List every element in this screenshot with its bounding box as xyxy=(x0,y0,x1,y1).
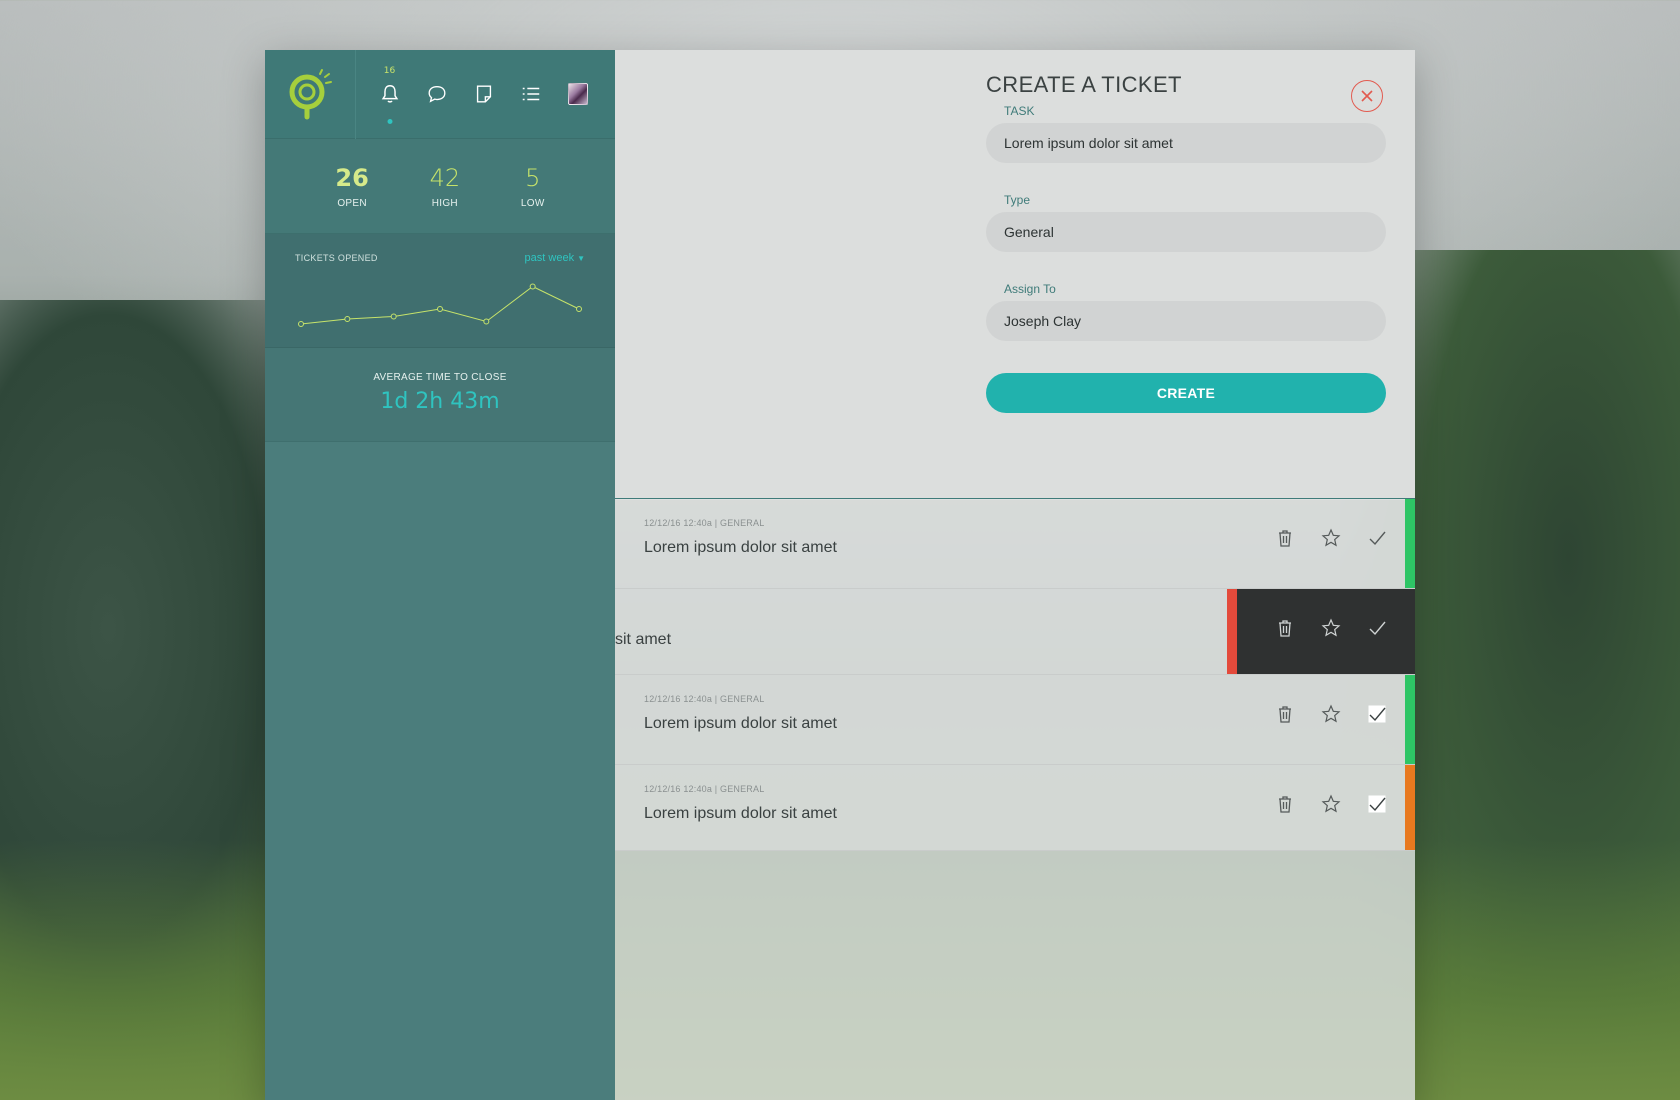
chart-point xyxy=(483,318,490,325)
chat-icon xyxy=(428,85,445,103)
complete-button[interactable] xyxy=(1367,527,1387,549)
list-icon xyxy=(522,87,539,101)
tickets-opened-panel: TICKETS OPENED past week ▼ xyxy=(265,234,615,348)
avg-time-panel: AVERAGE TIME TO CLOSE 1d 2h 43m xyxy=(265,348,615,442)
chart-point xyxy=(390,313,397,320)
create-ticket-form: CREATE A TICKET TASK Type Assign To CREA… xyxy=(986,72,1386,413)
stat-high-label: HIGH xyxy=(431,197,458,209)
stats-panel: 26 OPEN 42 HIGH 5 LOW xyxy=(265,139,615,234)
stat-low-value: 5 xyxy=(525,163,541,192)
create-button[interactable]: CREATE xyxy=(986,373,1386,413)
chart-point xyxy=(344,316,351,322)
assign-label: Assign To xyxy=(1004,282,1056,296)
ticket-title: sit amet xyxy=(615,631,672,648)
check-icon xyxy=(1368,705,1386,723)
chart-point xyxy=(437,306,443,312)
chart-series-line xyxy=(300,285,580,325)
stat-low[interactable]: 5 LOW xyxy=(521,164,545,209)
delete-button[interactable] xyxy=(1275,527,1295,549)
star-button[interactable] xyxy=(1321,793,1341,815)
chart-point xyxy=(576,306,582,312)
range-dropdown[interactable]: past week ▼ xyxy=(525,252,585,264)
bell-icon xyxy=(381,85,398,103)
priority-indicator xyxy=(1405,499,1415,588)
trash-icon xyxy=(1279,706,1291,723)
complete-button[interactable] xyxy=(1367,617,1387,639)
ticket-title: Lorem ipsum dolor sit amet xyxy=(644,539,837,556)
swipe-actions xyxy=(1227,589,1415,674)
chevron-down-icon: ▼ xyxy=(577,254,585,263)
ticket-meta: 12/12/16 12:40a | GENERAL xyxy=(644,694,765,704)
trash-icon xyxy=(1279,530,1291,547)
stat-high[interactable]: 42 HIGH xyxy=(430,164,461,209)
stat-open-value: 26 xyxy=(335,163,369,192)
list-button[interactable] xyxy=(511,74,551,114)
ticket-meta: 12/12/16 12:40a | GENERAL xyxy=(644,518,765,528)
star-button[interactable] xyxy=(1321,527,1341,549)
active-indicator xyxy=(387,119,392,124)
trash-icon xyxy=(1279,620,1291,637)
ticket-title: Lorem ipsum dolor sit amet xyxy=(644,715,837,732)
complete-button[interactable] xyxy=(1367,703,1387,725)
check-icon xyxy=(1369,621,1386,636)
notes-button[interactable] xyxy=(464,74,504,114)
delete-button[interactable] xyxy=(1275,703,1295,725)
main-panel: CREATE A TICKET TASK Type Assign To CREA… xyxy=(615,50,1415,1100)
sidebar: 16 26 OPEN 42 HIGH 5 LOW TICKETS OPENED … xyxy=(265,49,615,1100)
form-title: CREATE A TICKET xyxy=(986,72,1182,97)
star-button[interactable] xyxy=(1321,703,1341,725)
chart-point xyxy=(298,321,304,327)
notifications-button[interactable]: 16 xyxy=(370,66,410,124)
task-input[interactable] xyxy=(986,123,1386,163)
trash-icon xyxy=(1279,796,1291,813)
chart-title: TICKETS OPENED xyxy=(295,253,378,263)
stat-open-label: OPEN xyxy=(337,197,367,209)
ticket-row[interactable]: sit amet xyxy=(615,589,1415,675)
messages-button[interactable] xyxy=(417,74,457,114)
star-icon xyxy=(1321,618,1341,637)
priority-indicator xyxy=(1405,765,1415,850)
tickets-opened-chart xyxy=(298,283,582,327)
priority-indicator xyxy=(1405,675,1415,764)
avatar xyxy=(567,83,588,105)
type-select[interactable] xyxy=(986,212,1386,252)
check-icon xyxy=(1368,795,1386,813)
delete-button[interactable] xyxy=(1275,617,1295,639)
check-icon xyxy=(1369,531,1386,546)
assign-input[interactable] xyxy=(986,301,1386,341)
ticket-row[interactable]: 12/12/16 12:40a | GENERAL Lorem ipsum do… xyxy=(615,499,1415,589)
star-icon xyxy=(1321,704,1341,723)
logo-icon xyxy=(289,69,332,120)
ticket-title: Lorem ipsum dolor sit amet xyxy=(644,805,837,822)
task-label: TASK xyxy=(1004,104,1035,118)
star-icon xyxy=(1321,528,1341,547)
delete-button[interactable] xyxy=(1275,793,1295,815)
top-nav: 16 xyxy=(265,49,615,139)
chart-point xyxy=(529,283,536,290)
logo[interactable] xyxy=(265,49,356,139)
star-button[interactable] xyxy=(1321,617,1341,639)
type-label: Type xyxy=(1004,193,1031,207)
range-label: past week xyxy=(524,252,575,264)
stat-open[interactable]: 26 OPEN xyxy=(335,164,368,209)
ticket-meta: 12/12/16 12:40a | GENERAL xyxy=(644,784,765,794)
avg-time-label: AVERAGE TIME TO CLOSE xyxy=(373,372,507,383)
notification-count: 16 xyxy=(383,66,396,76)
profile-button[interactable] xyxy=(558,74,598,114)
ticket-row[interactable]: 12/12/16 12:40a | GENERAL Lorem ipsum do… xyxy=(615,765,1415,851)
ticket-row[interactable]: 12/12/16 12:40a | GENERAL Lorem ipsum do… xyxy=(615,675,1415,765)
note-icon xyxy=(476,85,491,103)
stat-high-value: 42 xyxy=(429,163,461,192)
app-window: 16 26 OPEN 42 HIGH 5 LOW TICKETS OPENED … xyxy=(265,49,1415,1100)
complete-button[interactable] xyxy=(1367,793,1387,815)
avg-time-value: 1d 2h 43m xyxy=(380,389,500,414)
star-icon xyxy=(1321,794,1341,813)
stat-low-label: LOW xyxy=(520,197,545,209)
ticket-list: 12/12/16 12:40a | GENERAL Lorem ipsum do… xyxy=(615,498,1415,851)
